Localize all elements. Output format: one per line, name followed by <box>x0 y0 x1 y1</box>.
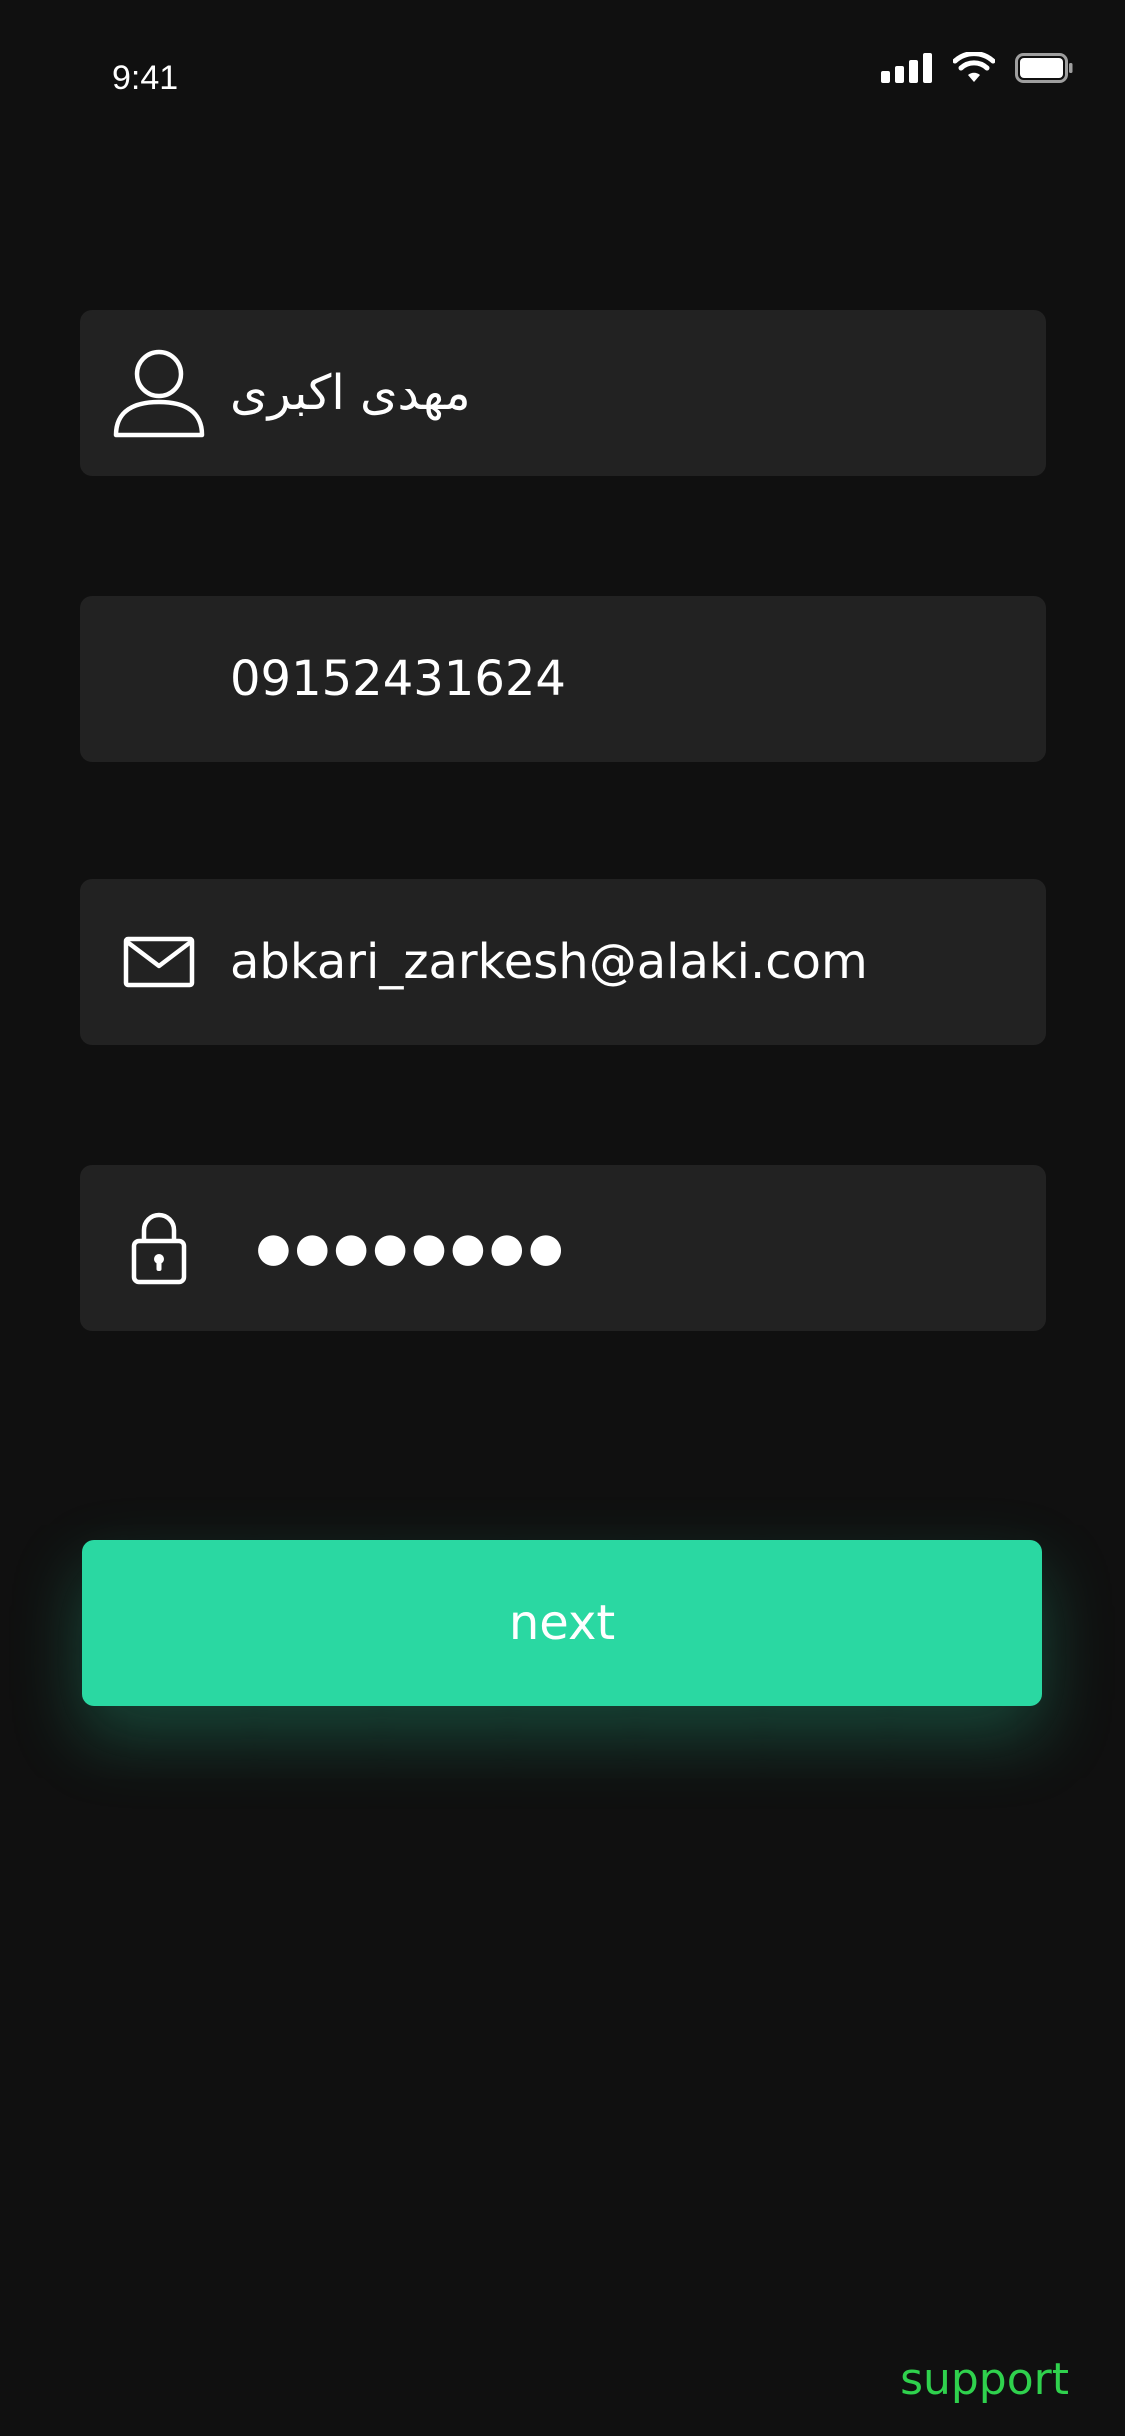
cellular-signal-icon <box>881 53 933 83</box>
email-value: abkari_zarkesh@alaki.com <box>230 934 868 990</box>
user-icon <box>104 310 214 476</box>
phone-field[interactable]: 09152431624 <box>80 596 1046 762</box>
status-icons <box>881 48 1073 88</box>
name-value: مهدی اکبری <box>230 365 471 421</box>
support-link[interactable]: support <box>900 2355 1069 2405</box>
password-field[interactable]: ●●●●●●●● <box>80 1165 1046 1331</box>
lock-icon <box>104 1165 214 1331</box>
name-field[interactable]: مهدی اکبری <box>80 310 1046 476</box>
battery-icon <box>1015 53 1073 83</box>
wifi-icon <box>953 52 995 84</box>
email-field[interactable]: abkari_zarkesh@alaki.com <box>80 879 1046 1045</box>
mail-icon <box>104 879 214 1045</box>
next-button[interactable]: next <box>82 1540 1042 1706</box>
next-button-label: next <box>508 1595 616 1651</box>
password-value: ●●●●●●●● <box>256 1225 568 1271</box>
phone-value: 09152431624 <box>230 651 566 707</box>
status-time: 9:41 <box>112 59 179 97</box>
